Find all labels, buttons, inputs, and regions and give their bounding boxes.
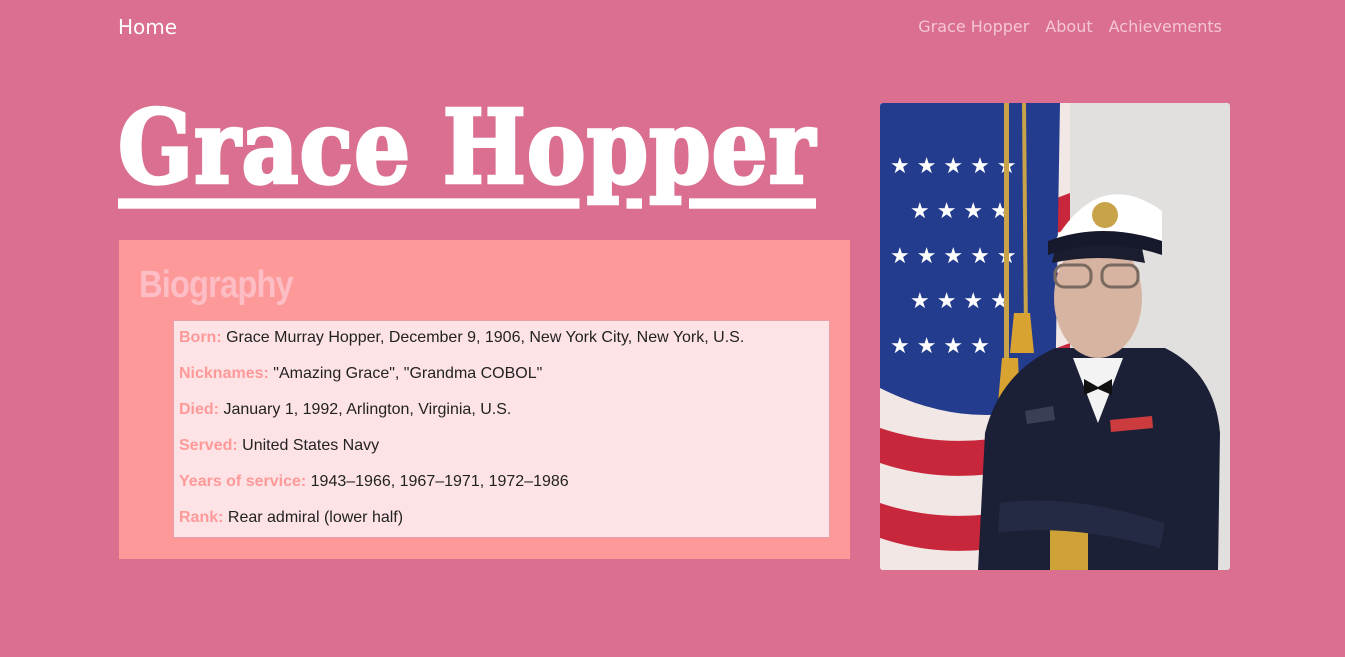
bio-item-born: Born: Grace Murray Hopper, December 9, 1… bbox=[179, 327, 829, 363]
bio-value: Grace Murray Hopper, December 9, 1906, N… bbox=[226, 329, 745, 346]
bio-value: 1943–1966, 1967–1971, 1972–1986 bbox=[310, 473, 569, 490]
bio-item-years-of-service: Years of service: 1943–1966, 1967–1971, … bbox=[179, 471, 829, 507]
bio-key: Nicknames: bbox=[179, 365, 269, 382]
portrait-photo: ★ ★ ★ ★ ★ ★ ★ ★ ★ ★ ★ ★ ★ ★ ★ ★ ★ ★ ★ ★ … bbox=[880, 103, 1230, 570]
nav-link-achievements[interactable]: Achievements bbox=[1109, 17, 1222, 36]
bio-key: Rank: bbox=[179, 509, 224, 526]
bio-item-served: Served: United States Navy bbox=[179, 435, 829, 471]
top-nav: Grace Hopper About Achievements bbox=[918, 17, 1222, 36]
bio-value: Rear admiral (lower half) bbox=[227, 509, 404, 526]
svg-text:★ ★ ★ ★: ★ ★ ★ ★ bbox=[890, 334, 990, 359]
bio-item-rank: Rank: Rear admiral (lower half) bbox=[179, 507, 829, 543]
bio-value: "Amazing Grace", "Grandma COBOL" bbox=[273, 365, 543, 382]
page-title: Grace Hopper bbox=[117, 86, 817, 207]
svg-text:★ ★ ★ ★: ★ ★ ★ ★ bbox=[910, 199, 1010, 224]
bio-value: United States Navy bbox=[242, 437, 380, 454]
biography-heading: Biography bbox=[139, 264, 294, 306]
bio-key: Born: bbox=[179, 329, 222, 346]
bio-value: January 1, 1992, Arlington, Virginia, U.… bbox=[223, 401, 512, 418]
biography-panel: Biography Born: Grace Murray Hopper, Dec… bbox=[119, 240, 850, 559]
biography-list: Born: Grace Murray Hopper, December 9, 1… bbox=[173, 320, 830, 538]
svg-text:★ ★ ★ ★: ★ ★ ★ ★ bbox=[910, 289, 1010, 314]
bio-item-died: Died: January 1, 1992, Arlington, Virgin… bbox=[179, 399, 829, 435]
bio-key: Served: bbox=[179, 437, 238, 454]
bio-item-nicknames: Nicknames: "Amazing Grace", "Grandma COB… bbox=[179, 363, 829, 399]
nav-home-link[interactable]: Home bbox=[118, 15, 177, 39]
nav-link-about[interactable]: About bbox=[1045, 17, 1092, 36]
svg-text:★ ★ ★ ★ ★: ★ ★ ★ ★ ★ bbox=[890, 244, 1017, 269]
bio-key: Died: bbox=[179, 401, 219, 418]
nav-link-grace-hopper[interactable]: Grace Hopper bbox=[918, 17, 1029, 36]
bio-key: Years of service: bbox=[179, 473, 307, 490]
svg-text:★ ★ ★ ★ ★: ★ ★ ★ ★ ★ bbox=[890, 154, 1017, 179]
